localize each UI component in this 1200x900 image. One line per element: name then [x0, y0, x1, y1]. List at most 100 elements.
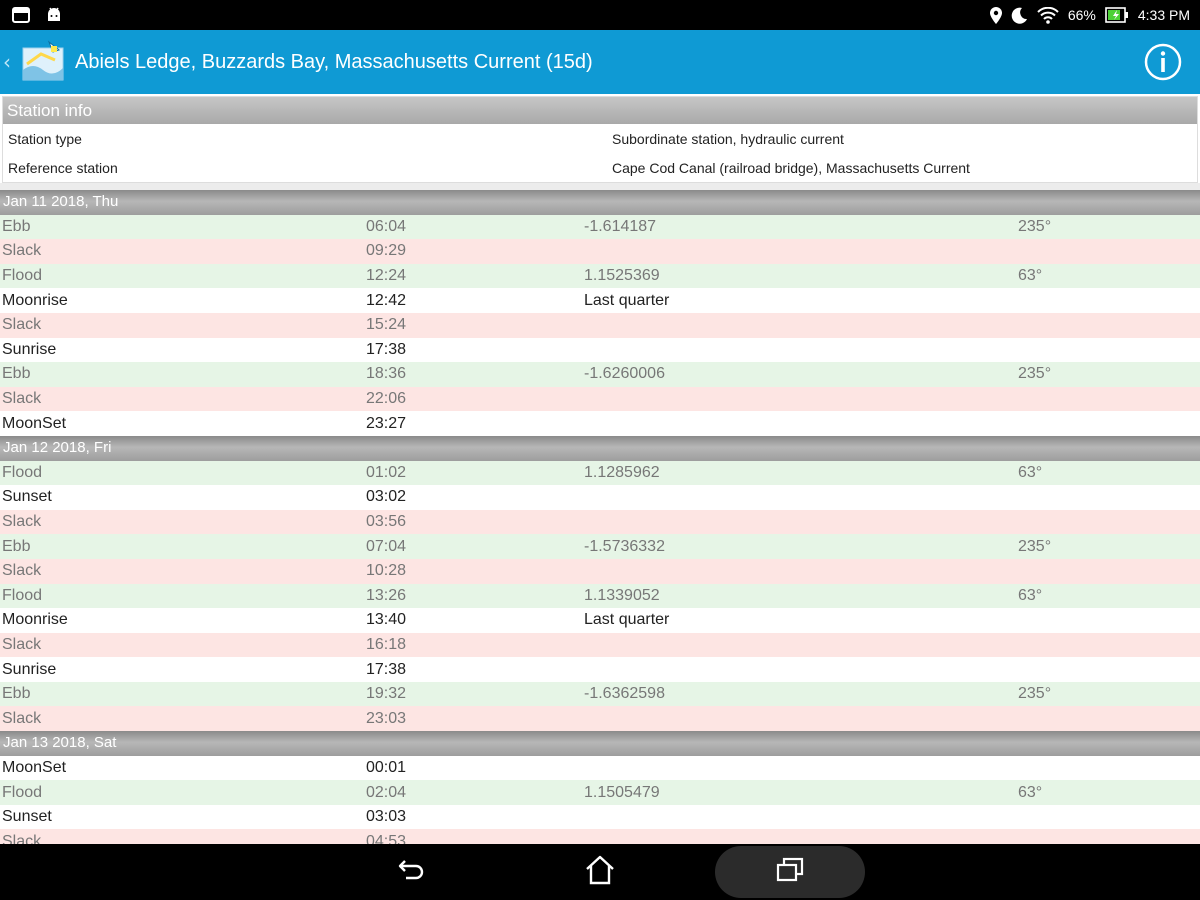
event-row[interactable]: Sunset 03:03 [0, 804, 1200, 830]
event-row[interactable]: Moonrise 12:42 Last quarter [0, 288, 1200, 313]
section-divider [0, 183, 1200, 190]
event-row[interactable]: Flood 13:26 1.1339052 63° [0, 583, 1200, 609]
station-info-key: Station type [8, 130, 82, 147]
day-header: Jan 12 2018, Fri [0, 435, 1200, 461]
event-direction: 235° [1018, 365, 1052, 383]
event-direction: 63° [1018, 463, 1043, 481]
event-type: Slack [2, 562, 42, 580]
event-type: Moonrise [2, 611, 68, 629]
day-header: Jan 13 2018, Sat [0, 731, 1200, 756]
location-icon [989, 6, 1002, 24]
event-row[interactable]: Moonrise 13:40 Last quarter [0, 608, 1200, 633]
event-type: Moonrise [2, 291, 68, 309]
day-header: Jan 11 2018, Thu [0, 190, 1200, 215]
station-info-row: Reference station Cape Cod Canal (railro… [3, 153, 1197, 182]
event-value: -1.5736332 [584, 537, 665, 555]
event-time: 07:04 [366, 537, 407, 555]
event-row[interactable]: Ebb 19:32 -1.6362598 235° [0, 681, 1200, 707]
event-type: Sunset [2, 808, 52, 826]
event-time: 18:36 [366, 365, 407, 383]
app-bar: ‹ Abiels Ledge, Buzzards Bay, Massachuse… [0, 30, 1200, 94]
event-row[interactable]: Slack 23:03 [0, 706, 1200, 732]
event-value: 1.1525369 [584, 267, 660, 285]
home-button[interactable] [572, 844, 628, 900]
event-type: Slack [2, 513, 42, 531]
event-type: Slack [2, 316, 42, 334]
station-info-value: Subordinate station, hydraulic current [612, 130, 844, 147]
event-direction: 63° [1018, 586, 1043, 604]
event-time: 06:04 [366, 217, 407, 235]
recent-apps-highlight [715, 846, 865, 898]
event-type: Slack [2, 635, 42, 653]
event-row[interactable]: Slack 16:18 [0, 632, 1200, 658]
event-row[interactable]: Slack 03:56 [0, 509, 1200, 535]
event-type: Slack [2, 390, 42, 408]
event-row[interactable]: Flood 12:24 1.1525369 63° [0, 263, 1200, 289]
event-time: 03:56 [366, 513, 407, 531]
event-row[interactable]: Flood 02:04 1.1505479 63° [0, 780, 1200, 805]
battery-icon [1105, 7, 1129, 23]
event-row[interactable]: Slack 10:28 [0, 558, 1200, 584]
event-value: Last quarter [584, 611, 670, 629]
status-bar-right: 66% 4:33 PM [989, 6, 1190, 24]
event-time: 02:04 [366, 783, 407, 801]
event-time: 00:01 [366, 758, 407, 776]
event-row[interactable]: Ebb 06:04 -1.614187 235° [0, 214, 1200, 240]
event-type: Flood [2, 267, 43, 285]
clock: 4:33 PM [1137, 7, 1190, 23]
event-row[interactable]: Slack 09:29 [0, 239, 1200, 264]
event-direction: 235° [1018, 217, 1052, 235]
event-type: Sunrise [2, 340, 57, 358]
recent-apps-button[interactable] [715, 844, 865, 900]
back-button[interactable] [385, 844, 439, 900]
back-icon [397, 857, 427, 887]
event-type: Flood [2, 463, 43, 481]
event-time: 12:24 [366, 267, 407, 285]
station-info-value: Cape Cod Canal (railroad bridge), Massac… [612, 159, 970, 176]
event-type: MoonSet [2, 414, 67, 432]
status-bar-left [12, 7, 62, 23]
battery-percent: 66% [1067, 7, 1096, 23]
event-row[interactable]: Slack 22:06 [0, 386, 1200, 412]
event-direction: 63° [1018, 783, 1043, 801]
event-type: Flood [2, 783, 43, 801]
app-logo-icon[interactable] [19, 40, 67, 84]
event-type: Sunrise [2, 660, 57, 678]
event-row[interactable]: MoonSet 23:27 [0, 411, 1200, 436]
event-time: 16:18 [366, 635, 407, 653]
event-time: 09:29 [366, 242, 407, 260]
event-direction: 63° [1018, 267, 1043, 285]
station-info-header: Station info [3, 97, 1197, 124]
event-row[interactable]: Flood 01:02 1.1285962 63° [0, 460, 1200, 486]
event-row[interactable]: Sunrise 17:38 [0, 657, 1200, 682]
event-row[interactable]: Sunrise 17:38 [0, 337, 1200, 363]
home-icon [584, 855, 616, 889]
event-row[interactable]: Ebb 18:36 -1.6260006 235° [0, 362, 1200, 387]
event-type: Slack [2, 709, 42, 727]
up-chevron-icon[interactable]: ‹ [3, 50, 13, 74]
event-row[interactable]: MoonSet 00:01 [0, 755, 1200, 781]
navigation-bar [0, 844, 1200, 900]
tide-table[interactable]: Station info Station type Subordinate st… [0, 94, 1200, 844]
android-icon [46, 7, 62, 23]
event-value: -1.6260006 [584, 365, 665, 383]
event-type: Slack [2, 242, 42, 260]
event-row[interactable]: Ebb 07:04 -1.5736332 235° [0, 534, 1200, 559]
event-type: Ebb [2, 537, 31, 555]
event-type: Slack [2, 832, 42, 844]
station-info-row: Station type Subordinate station, hydrau… [3, 124, 1197, 153]
event-value: Last quarter [584, 291, 670, 309]
event-row[interactable]: Slack 04:53 [0, 829, 1200, 844]
event-row[interactable]: Sunset 03:02 [0, 485, 1200, 510]
event-time: 04:53 [366, 832, 407, 844]
event-time: 12:42 [366, 291, 407, 309]
event-time: 17:38 [366, 340, 407, 358]
event-type: Flood [2, 586, 43, 604]
moon-icon [1011, 7, 1028, 24]
event-time: 03:03 [366, 808, 407, 826]
recent-apps-icon [775, 857, 805, 887]
event-row[interactable]: Slack 15:24 [0, 312, 1200, 338]
station-info-panel: Station info Station type Subordinate st… [2, 96, 1198, 183]
event-value: -1.6362598 [584, 685, 665, 703]
info-icon[interactable] [1143, 42, 1183, 82]
